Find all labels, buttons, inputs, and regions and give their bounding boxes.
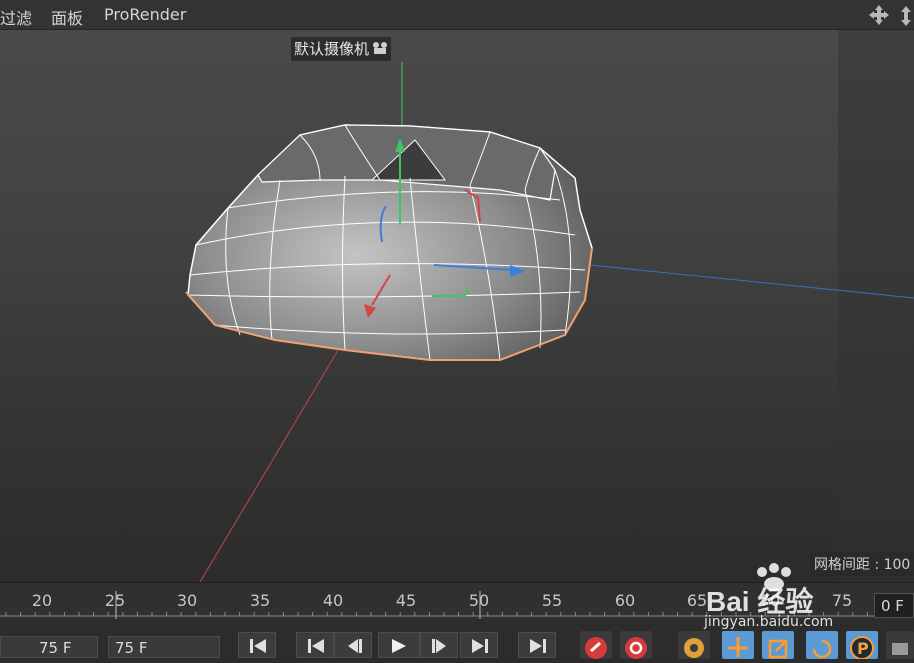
parameter-p-icon: P <box>850 636 874 660</box>
menu-prorender[interactable]: ProRender <box>104 5 186 24</box>
tick-label: 25 <box>104 591 126 610</box>
tick-label: 40 <box>322 591 344 610</box>
camera-icon <box>373 42 388 54</box>
move-view-icon[interactable] <box>869 5 889 25</box>
prev-frame-icon <box>348 639 362 653</box>
gear-icon <box>684 638 704 658</box>
auto-key-button[interactable] <box>620 631 652 659</box>
tool-icon <box>892 643 908 655</box>
baidu-watermark: Bai 经验 jingyan.baidu.com <box>700 560 870 632</box>
menu-panel[interactable]: 面板 <box>51 5 83 29</box>
prev-key-icon <box>308 639 324 653</box>
tick-label: 55 <box>541 591 563 610</box>
skip-start-icon <box>250 639 266 653</box>
viewport-nav-icons <box>864 3 914 27</box>
next-frame-button[interactable] <box>420 632 458 658</box>
scale-tool-button[interactable] <box>762 631 794 659</box>
go-to-end-button[interactable] <box>518 632 556 658</box>
tick-label: 20 <box>31 591 53 610</box>
tick-label: 60 <box>614 591 636 610</box>
svg-text:P: P <box>857 639 869 658</box>
tick-label: 30 <box>176 591 198 610</box>
auto-key-icon <box>625 637 647 659</box>
current-frame-field[interactable]: 0 F <box>874 593 914 618</box>
scale-icon <box>768 639 788 659</box>
next-key-button[interactable] <box>460 632 498 658</box>
prev-frame-button[interactable] <box>334 632 372 658</box>
3d-viewport[interactable]: 默认摄像机 网格间距 : 100 <box>0 30 914 582</box>
go-to-start-button[interactable] <box>238 632 276 658</box>
record-button[interactable] <box>580 631 612 659</box>
menu-filter[interactable]: 过滤 <box>0 5 32 29</box>
skip-end-icon <box>530 639 546 653</box>
rotate-tool-button[interactable] <box>806 631 838 659</box>
move-tool-button[interactable] <box>722 631 754 659</box>
zoom-view-icon[interactable] <box>901 6 911 26</box>
mesh-object[interactable] <box>187 124 593 361</box>
watermark-url: jingyan.baidu.com <box>704 614 834 630</box>
world-z-axis-line <box>589 264 914 299</box>
extra-tool-button[interactable] <box>886 631 914 659</box>
rotate-icon <box>812 639 832 659</box>
move-arrows-icon <box>728 637 748 657</box>
viewport-scene <box>185 62 914 582</box>
keyframe-settings-button[interactable] <box>678 631 710 659</box>
tick-label: 35 <box>249 591 271 610</box>
camera-label-text: 默认摄像机 <box>294 40 370 58</box>
camera-label[interactable]: 默认摄像机 <box>291 37 392 61</box>
next-key-icon <box>472 639 488 653</box>
parameter-tool-button[interactable]: P <box>846 631 878 660</box>
play-icon <box>392 639 406 653</box>
next-frame-icon <box>432 639 446 653</box>
world-x-axis-line <box>199 329 351 582</box>
record-key-icon <box>585 637 607 659</box>
prev-key-button[interactable] <box>296 632 334 658</box>
play-button[interactable] <box>378 632 420 658</box>
menu-bar: 过滤 面板 ProRender <box>0 0 914 30</box>
end-frame-field[interactable]: 75 F <box>108 636 220 658</box>
preview-end-field[interactable]: 75 F <box>0 636 98 658</box>
tick-label: 50 <box>468 591 490 610</box>
tick-label: 45 <box>395 591 417 610</box>
